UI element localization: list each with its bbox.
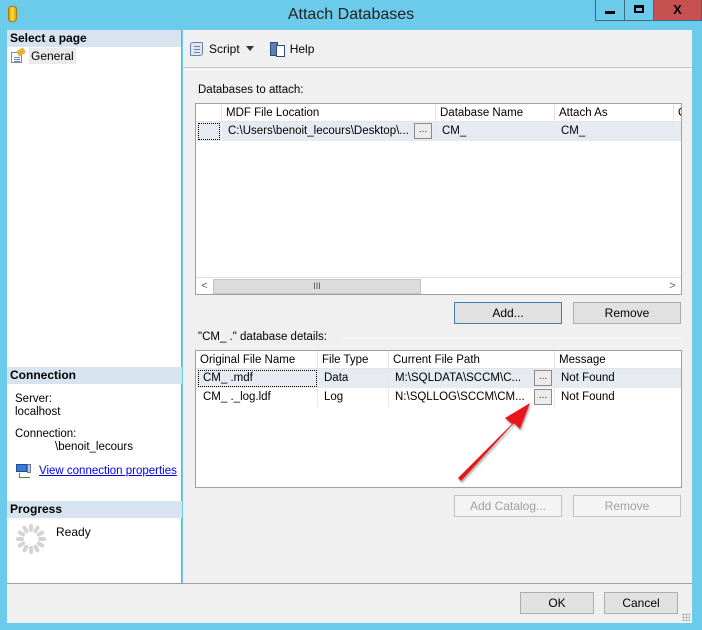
script-button[interactable]: Script xyxy=(189,41,262,57)
help-icon xyxy=(269,41,286,57)
dialog-footer: OK Cancel xyxy=(7,584,692,623)
attach-as-cell[interactable]: CM_ xyxy=(555,122,674,141)
remove-button[interactable]: Remove xyxy=(573,302,681,324)
file-type-cell[interactable]: Log xyxy=(318,388,389,407)
add-catalog-button[interactable]: Add Catalog... xyxy=(454,495,562,517)
message-cell: Not Found xyxy=(555,388,681,407)
current-file-path-value: N:\SQLLOG\SCCM\CM... xyxy=(395,391,525,403)
databases-to-attach-label: Databases to attach: xyxy=(198,84,304,96)
close-button[interactable]: X xyxy=(654,0,701,20)
minimize-button[interactable] xyxy=(596,0,625,20)
script-label: Script xyxy=(209,41,240,56)
column-header-selector xyxy=(196,104,222,122)
connection-value: \benoit_lecours xyxy=(55,441,133,453)
server-value: localhost xyxy=(15,406,61,418)
window-controls: X xyxy=(595,0,702,21)
progress-section: Progress Ready xyxy=(7,501,182,554)
page-item-general[interactable]: General xyxy=(7,47,181,65)
current-file-path-cell[interactable]: N:\SQLLOG\SCCM\CM... xyxy=(389,388,555,407)
horizontal-scrollbar[interactable]: < III > xyxy=(196,277,681,294)
column-header-message[interactable]: Message xyxy=(555,351,681,369)
connection-section: Connection Server: localhost Connection:… xyxy=(7,367,182,478)
title-bar: Attach Databases X xyxy=(0,0,702,30)
column-header-original-file-name[interactable]: Original File Name xyxy=(196,351,318,369)
file-details-grid[interactable]: Original File Name File Type Current Fil… xyxy=(195,350,682,488)
toolbar: Script Help xyxy=(183,30,692,68)
table-row[interactable]: CM_ ._log.ldf Log N:\SQLLOG\SCCM\CM... .… xyxy=(196,388,681,407)
table-row[interactable]: C:\Users\benoit_lecours\Desktop\... ... … xyxy=(196,122,681,141)
progress-spinner-icon xyxy=(16,524,46,554)
details-divider xyxy=(343,338,681,339)
database-details-label: "CM_ ." database details: xyxy=(198,331,327,343)
column-header-attach-as[interactable]: Attach As xyxy=(555,104,674,122)
database-name-cell[interactable]: CM_ xyxy=(436,122,555,141)
maximize-icon xyxy=(634,5,644,13)
close-icon: X xyxy=(673,2,682,17)
script-icon xyxy=(189,41,205,57)
original-file-name-cell[interactable]: CM_ ._log.ldf xyxy=(197,388,318,407)
message-cell: Not Found xyxy=(555,369,681,388)
main-panel: Script Help Databases to attach: MDF Fil… xyxy=(183,30,692,583)
connection-label: Connection: xyxy=(15,428,77,440)
cancel-button[interactable]: Cancel xyxy=(604,592,678,614)
scroll-right-icon[interactable]: > xyxy=(664,278,681,294)
connection-properties-icon xyxy=(16,464,32,478)
file-type-cell[interactable]: Data xyxy=(318,369,389,388)
column-header-file-type[interactable]: File Type xyxy=(318,351,389,369)
current-file-path-cell[interactable]: M:\SQLDATA\SCCM\C... xyxy=(389,369,555,388)
content-area: Databases to attach: MDF File Location D… xyxy=(183,69,692,583)
table-row[interactable]: CM_ .mdf Data M:\SQLDATA\SCCM\C... ... N… xyxy=(196,369,681,388)
progress-header: Progress xyxy=(7,501,182,518)
connection-header: Connection xyxy=(7,367,182,384)
original-file-name-cell[interactable]: CM_ .mdf xyxy=(197,369,318,388)
column-header-current-file-path[interactable]: Current File Path xyxy=(389,351,555,369)
view-connection-properties-link[interactable]: View connection properties xyxy=(39,465,177,477)
maximize-button[interactable] xyxy=(625,0,654,20)
scroll-left-icon[interactable]: < xyxy=(196,278,213,294)
column-header-database-name[interactable]: Database Name xyxy=(436,104,555,122)
ok-button[interactable]: OK xyxy=(520,592,594,614)
page-item-label: General xyxy=(29,48,76,64)
details-remove-button[interactable]: Remove xyxy=(573,495,681,517)
select-page-header: Select a page xyxy=(7,30,181,47)
databases-grid[interactable]: MDF File Location Database Name Attach A… xyxy=(195,103,682,295)
minimize-icon xyxy=(605,11,615,14)
add-button[interactable]: Add... xyxy=(454,302,562,324)
server-label: Server: xyxy=(15,393,53,405)
browse-file-path-button[interactable]: ... xyxy=(534,389,552,405)
mdf-location-value: C:\Users\benoit_lecours\Desktop\... xyxy=(228,125,409,137)
progress-status: Ready xyxy=(56,525,91,539)
column-header-mdf-location[interactable]: MDF File Location xyxy=(222,104,436,122)
resize-grip-icon[interactable] xyxy=(682,613,690,621)
mdf-location-cell[interactable]: C:\Users\benoit_lecours\Desktop\... xyxy=(222,122,436,141)
left-panel: Select a page General Connection Server:… xyxy=(7,30,182,583)
script-dropdown-icon[interactable] xyxy=(245,46,254,51)
current-file-path-value: M:\SQLDATA\SCCM\C... xyxy=(395,372,522,384)
owner-cell[interactable]: , xyxy=(674,122,681,141)
column-header-owner[interactable]: O xyxy=(674,104,681,122)
row-selector[interactable] xyxy=(197,122,221,141)
browse-mdf-button[interactable]: ... xyxy=(414,123,432,139)
scrollbar-thumb[interactable]: III xyxy=(213,279,421,294)
help-button[interactable]: Help xyxy=(269,41,315,57)
browse-file-path-button[interactable]: ... xyxy=(534,370,552,386)
general-page-icon xyxy=(10,47,26,63)
help-label: Help xyxy=(289,41,315,56)
